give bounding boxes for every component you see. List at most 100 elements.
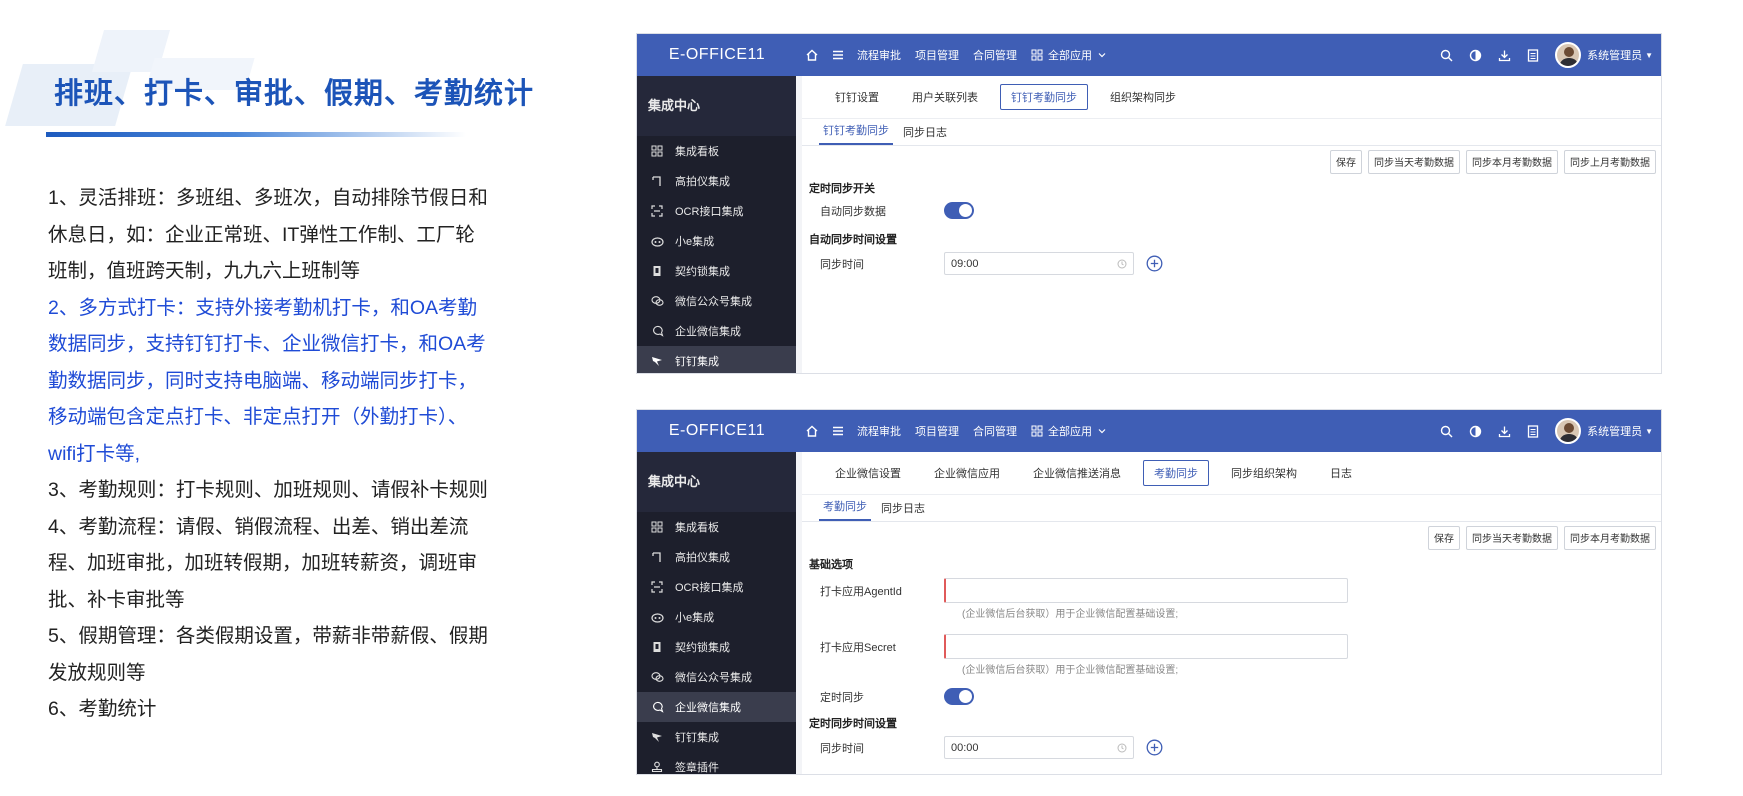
document-icon[interactable]: [1527, 48, 1539, 62]
primary-tabs: 钉钉设置 用户关联列表 钉钉考勤同步 组织架构同步: [802, 76, 1661, 119]
menu-icon[interactable]: [831, 424, 845, 438]
tab-wecom-push[interactable]: 企业微信推送消息: [1022, 460, 1132, 486]
tab-user-mapping[interactable]: 用户关联列表: [901, 84, 989, 110]
sidebar: 集成中心 集成看板 高拍仪集成 OCR接口集成 小e集成 契约锁集成 微信公众号…: [637, 76, 796, 373]
sidebar-item-label: 集成看板: [675, 522, 719, 534]
all-apps-label: 全部应用: [1048, 50, 1092, 62]
search-icon[interactable]: [1440, 425, 1453, 438]
theme-icon[interactable]: [1469, 425, 1482, 438]
download-icon[interactable]: [1498, 49, 1511, 62]
sidebar-item-dingtalk[interactable]: 钉钉集成: [637, 346, 796, 373]
search-icon[interactable]: [1440, 49, 1453, 62]
save-button[interactable]: 保存: [1428, 526, 1460, 550]
add-circle-icon[interactable]: [1146, 255, 1163, 272]
agentid-input[interactable]: [944, 578, 1348, 603]
sidebar-item-xiaoe[interactable]: 小e集成: [637, 226, 796, 256]
sidebar-item-wecom[interactable]: 企业微信集成: [637, 692, 796, 722]
sidebar-item-label: OCR接口集成: [675, 582, 744, 594]
top-tools: 系统管理员 ▼: [1440, 418, 1661, 444]
auto-sync-label: 自动同步数据: [820, 205, 886, 218]
brand-logo[interactable]: E-OFFICE11: [637, 46, 797, 64]
subtab-attendance-sync[interactable]: 钉钉考勤同步: [819, 122, 893, 145]
home-icon[interactable]: [805, 48, 819, 62]
sidebar-item-dashboard[interactable]: 集成看板: [637, 136, 796, 166]
tab-attendance-sync[interactable]: 考勤同步: [1143, 460, 1209, 486]
sidebar-item-contract-lock[interactable]: 契约锁集成: [637, 256, 796, 286]
tab-log[interactable]: 日志: [1319, 460, 1363, 486]
add-circle-icon[interactable]: [1146, 739, 1163, 756]
apps-grid-icon: [1031, 425, 1043, 437]
secret-hint: (企业微信后台获取）用于企业微信配置基础设置;: [962, 665, 1179, 676]
sidebar-item-scanner[interactable]: 高拍仪集成: [637, 542, 796, 572]
tab-org-sync[interactable]: 同步组织架构: [1220, 460, 1308, 486]
tab-wecom-settings[interactable]: 企业微信设置: [824, 460, 912, 486]
tab-org-sync[interactable]: 组织架构同步: [1099, 84, 1187, 110]
save-button[interactable]: 保存: [1330, 150, 1362, 174]
sidebar-item-dashboard[interactable]: 集成看板: [637, 512, 796, 542]
subtab-attendance-sync[interactable]: 考勤同步: [819, 498, 871, 521]
sync-this-month-button[interactable]: 同步本月考勤数据: [1466, 150, 1558, 174]
nav-workflow[interactable]: 流程审批: [857, 423, 901, 439]
sync-today-button[interactable]: 同步当天考勤数据: [1466, 526, 1558, 550]
sidebar-item-contract-lock[interactable]: 契约锁集成: [637, 632, 796, 662]
sidebar-item-dingtalk[interactable]: 钉钉集成: [637, 722, 796, 752]
nav-projects[interactable]: 项目管理: [915, 47, 959, 63]
grid-icon: [649, 145, 665, 157]
user-avatar[interactable]: [1555, 418, 1582, 444]
sidebar-item-ocr[interactable]: OCR接口集成: [637, 196, 796, 226]
nav-contracts[interactable]: 合同管理: [973, 423, 1017, 439]
sidebar-item-label: 微信公众号集成: [675, 672, 752, 684]
scan-icon: [649, 205, 665, 217]
secret-input[interactable]: [944, 634, 1348, 659]
tab-dingtalk-settings[interactable]: 钉钉设置: [824, 84, 890, 110]
lock-icon: [649, 641, 665, 653]
nav-contracts[interactable]: 合同管理: [973, 47, 1017, 63]
caret-down-icon[interactable]: ▼: [1645, 51, 1653, 60]
sidebar-item-label: 微信公众号集成: [675, 296, 752, 308]
timed-sync-toggle[interactable]: [944, 688, 974, 705]
user-name[interactable]: 系统管理员: [1587, 423, 1642, 439]
sync-this-month-button[interactable]: 同步本月考勤数据: [1564, 526, 1656, 550]
sync-time-picker[interactable]: 00:00: [944, 736, 1134, 759]
sidebar-item-wecom[interactable]: 企业微信集成: [637, 316, 796, 346]
subtab-sync-log[interactable]: 同步日志: [877, 500, 929, 521]
sync-time-picker[interactable]: 09:00: [944, 252, 1134, 275]
sidebar-item-label: OCR接口集成: [675, 206, 744, 218]
timed-sync-label: 定时同步: [820, 691, 864, 704]
auto-sync-toggle[interactable]: [944, 202, 974, 219]
chat-icon: [649, 701, 665, 713]
nav-projects[interactable]: 项目管理: [915, 423, 959, 439]
sidebar-item-stamp-plugin[interactable]: 签章插件: [637, 752, 796, 774]
theme-icon[interactable]: [1469, 49, 1482, 62]
tab-wecom-apps[interactable]: 企业微信应用: [923, 460, 1011, 486]
nav-workflow[interactable]: 流程审批: [857, 47, 901, 63]
brand-logo[interactable]: E-OFFICE11: [637, 422, 797, 440]
sidebar-title: 集成中心: [637, 76, 796, 136]
feature-point: 4、考勤流程：请假、销假流程、出差、销出差流程、加班审批，加班转假期，加班转薪资…: [48, 515, 478, 611]
user-name[interactable]: 系统管理员: [1587, 47, 1642, 63]
sidebar-item-xiaoe[interactable]: 小e集成: [637, 602, 796, 632]
chevron-down-icon: [1098, 53, 1106, 58]
sync-last-month-button[interactable]: 同步上月考勤数据: [1564, 150, 1656, 174]
document-icon[interactable]: [1527, 424, 1539, 438]
all-apps-menu[interactable]: 全部应用: [1031, 47, 1112, 63]
subtab-sync-log[interactable]: 同步日志: [899, 124, 951, 145]
menu-icon[interactable]: [831, 48, 845, 62]
all-apps-label: 全部应用: [1048, 426, 1092, 438]
sync-today-button[interactable]: 同步当天考勤数据: [1368, 150, 1460, 174]
form-row: 定时同步: [802, 688, 1661, 705]
user-avatar[interactable]: [1555, 42, 1582, 68]
feature-point: 6、考勤统计: [48, 698, 157, 720]
tab-attendance-sync[interactable]: 钉钉考勤同步: [1000, 84, 1088, 110]
sidebar-item-wechat-official[interactable]: 微信公众号集成: [637, 286, 796, 316]
download-icon[interactable]: [1498, 425, 1511, 438]
chat-icon: [649, 325, 665, 337]
caret-down-icon[interactable]: ▼: [1645, 427, 1653, 436]
sidebar-item-ocr[interactable]: OCR接口集成: [637, 572, 796, 602]
grid-icon: [649, 521, 665, 533]
action-bar: 保存 同步当天考勤数据 同步本月考勤数据 同步上月考勤数据: [802, 146, 1661, 174]
home-icon[interactable]: [805, 424, 819, 438]
sidebar-item-scanner[interactable]: 高拍仪集成: [637, 166, 796, 196]
sidebar-item-wechat-official[interactable]: 微信公众号集成: [637, 662, 796, 692]
all-apps-menu[interactable]: 全部应用: [1031, 423, 1112, 439]
